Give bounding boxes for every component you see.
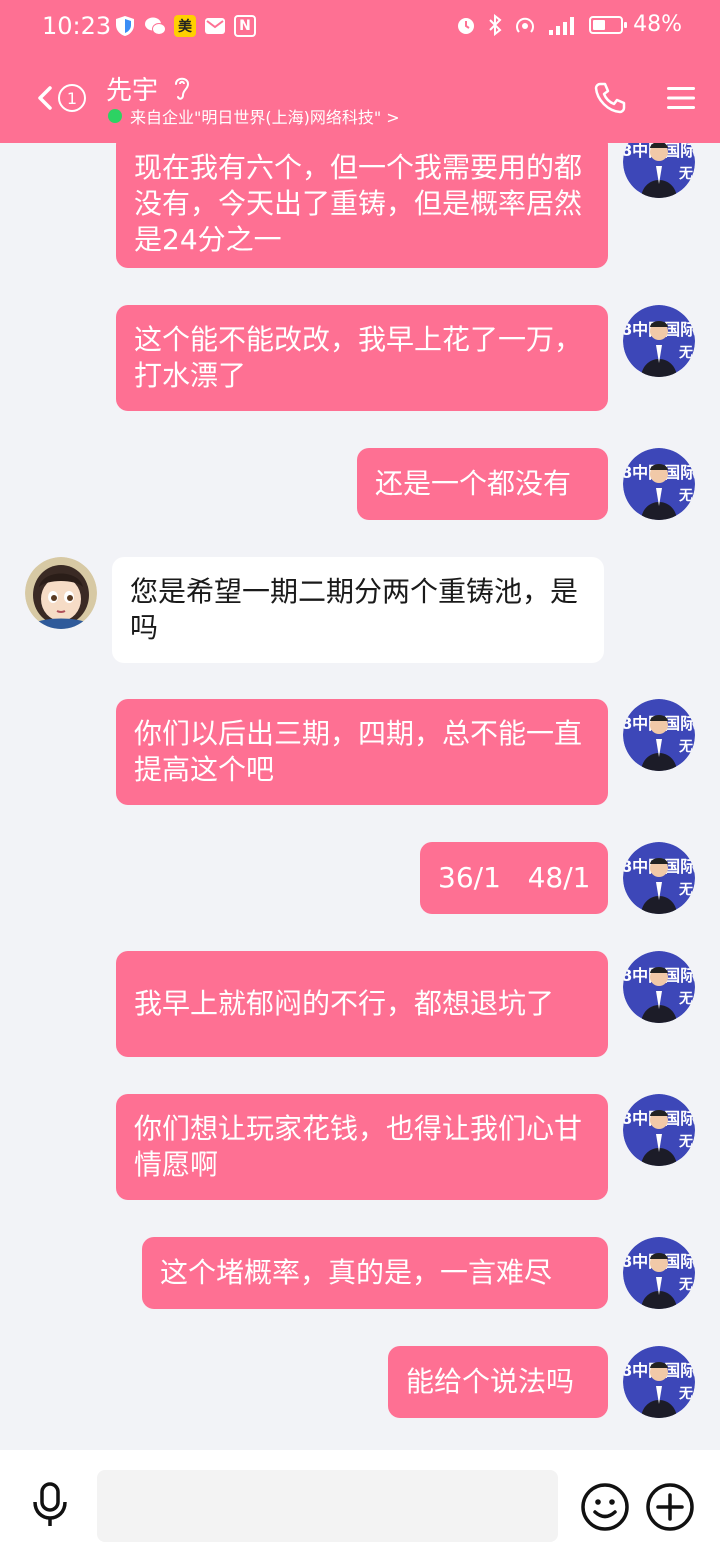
svg-text:无: 无 — [678, 488, 693, 504]
my-avatar[interactable]: 8中国国际无 — [623, 951, 695, 1023]
ear-icon — [175, 77, 190, 100]
message-text: 您是希望一期二期分两个重铸池，是吗 — [130, 575, 579, 644]
profile-photo-icon: 8中国国际无 — [623, 1237, 695, 1309]
message-text: 这个能不能改改，我早上花了一万，打水漂了 — [134, 323, 583, 392]
message-text: 现在我有六个，但一个我需要用的都没有，今天出了重铸，但是概率居然是24分之一 — [134, 150, 583, 256]
message-input[interactable] — [97, 1470, 558, 1542]
unread-badge[interactable]: 1 — [58, 84, 86, 112]
message-text: 我早上就郁闷的不行，都想退坑了 — [134, 987, 555, 1020]
alarm-icon — [458, 17, 475, 34]
profile-photo-icon: 8中国国际无 — [623, 305, 695, 377]
menu-icon[interactable] — [665, 82, 697, 114]
message-bubble[interactable]: 能给个说法吗 — [388, 1346, 608, 1418]
battery-level — [593, 19, 606, 30]
agent-avatar[interactable] — [25, 557, 97, 629]
notification-icons: 美 N — [114, 15, 256, 37]
message-bubble[interactable]: 36/1 48/1 — [420, 842, 608, 914]
svg-text:无: 无 — [678, 991, 693, 1007]
my-avatar[interactable]: 8中国国际无 — [623, 448, 695, 520]
svg-text:无: 无 — [678, 1386, 693, 1402]
battery-percent: 48% — [633, 12, 682, 37]
company-label: 来自企业"明日世界(上海)网络科技" > — [130, 108, 400, 127]
emoji-icon[interactable] — [579, 1481, 631, 1533]
profile-photo-icon: 8中国国际无 — [623, 842, 695, 914]
message-bubble[interactable]: 现在我有六个，但一个我需要用的都没有，今天出了重铸，但是概率居然是24分之一 — [116, 143, 608, 268]
message-text: 还是一个都没有 — [375, 467, 572, 500]
shield-icon — [114, 15, 136, 37]
profile-photo-icon: 8中国国际无 — [623, 448, 695, 520]
mail-icon — [204, 15, 226, 37]
my-avatar[interactable]: 8中国国际无 — [623, 699, 695, 771]
company-link[interactable]: 来自企业"明日世界(上海)网络科技" > — [108, 104, 400, 128]
message-bubble[interactable]: 还是一个都没有 — [357, 448, 608, 520]
svg-text:无: 无 — [678, 1277, 693, 1293]
profile-photo-icon: 8中国国际无 — [623, 143, 695, 198]
my-avatar[interactable]: 8中国国际无 — [623, 1346, 695, 1418]
svg-text:无: 无 — [678, 166, 693, 182]
message-bubble[interactable]: 你们以后出三期，四期，总不能一直提高这个吧 — [116, 699, 608, 805]
status-bar: 10:23 美 N 48% — [0, 0, 720, 56]
status-time: 10:23 — [42, 12, 112, 40]
meituan-icon: 美 — [174, 15, 196, 37]
hotspot-icon — [516, 17, 535, 33]
message-bubble[interactable]: 这个堵概率，真的是，一言难尽 — [142, 1237, 608, 1309]
battery-icon — [589, 15, 628, 34]
nfc-icon: N — [234, 15, 256, 37]
message-bubble[interactable]: 你们想让玩家花钱，也得让我们心甘情愿啊 — [116, 1094, 608, 1200]
phone-icon[interactable] — [592, 80, 628, 116]
cartoon-avatar-icon — [25, 557, 97, 629]
signal-icon — [549, 16, 575, 35]
message-bubble[interactable]: 您是希望一期二期分两个重铸池，是吗 — [112, 557, 604, 663]
chat-header: 10:23 美 N 48% 1 先宇 来自企业"明日世界(上海)网络科技" > — [0, 0, 720, 143]
add-icon[interactable] — [644, 1481, 696, 1533]
svg-text:无: 无 — [678, 1134, 693, 1150]
svg-text:无: 无 — [678, 345, 693, 361]
online-status-dot — [108, 109, 122, 123]
message-text: 这个堵概率，真的是，一言难尽 — [160, 1256, 553, 1289]
microphone-icon[interactable] — [30, 1480, 70, 1530]
message-bubble[interactable]: 这个能不能改改，我早上花了一万，打水漂了 — [116, 305, 608, 411]
message-text: 你们以后出三期，四期，总不能一直提高这个吧 — [134, 717, 583, 786]
message-text: 能给个说法吗 — [406, 1365, 575, 1398]
bluetooth-icon — [489, 13, 502, 36]
message-list[interactable]: 现在我有六个，但一个我需要用的都没有，今天出了重铸，但是概率居然是24分之一 8… — [0, 143, 720, 1450]
profile-photo-icon: 8中国国际无 — [623, 1094, 695, 1166]
my-avatar[interactable]: 8中国国际无 — [623, 842, 695, 914]
profile-photo-icon: 8中国国际无 — [623, 951, 695, 1023]
message-text: 36/1 48/1 — [438, 861, 591, 894]
message-bubble[interactable]: 我早上就郁闷的不行，都想退坑了 — [116, 951, 608, 1057]
status-right: 48% — [455, 12, 682, 37]
profile-photo-icon: 8中国国际无 — [623, 699, 695, 771]
message-text: 你们想让玩家花钱，也得让我们心甘情愿啊 — [134, 1112, 583, 1181]
svg-text:无: 无 — [678, 882, 693, 898]
input-bar — [0, 1450, 720, 1560]
my-avatar[interactable]: 8中国国际无 — [623, 1094, 695, 1166]
my-avatar[interactable]: 8中国国际无 — [623, 143, 695, 198]
svg-text:无: 无 — [678, 739, 693, 755]
my-avatar[interactable]: 8中国国际无 — [623, 305, 695, 377]
my-avatar[interactable]: 8中国国际无 — [623, 1237, 695, 1309]
contact-name[interactable]: 先宇 — [106, 70, 158, 107]
profile-photo-icon: 8中国国际无 — [623, 1346, 695, 1418]
wechat-icon — [144, 15, 166, 37]
